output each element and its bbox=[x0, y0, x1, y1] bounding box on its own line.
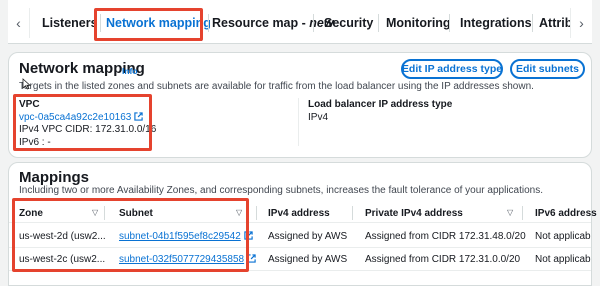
tab-listeners[interactable]: Listeners bbox=[42, 8, 98, 38]
tab-monitoring[interactable]: Monitoring bbox=[386, 8, 451, 38]
lb-ip-type-label: Load balancer IP address type bbox=[308, 99, 453, 110]
sort-icon[interactable]: ▽ bbox=[507, 208, 513, 217]
table-cell-private-ipv4: Assigned from CIDR 172.31.0.0/20 bbox=[365, 254, 521, 265]
column-divider bbox=[298, 98, 299, 146]
table-cell-ipv6: Not applicable bbox=[535, 254, 591, 265]
network-mapping-description: Targets in the listed zones and subnets … bbox=[19, 81, 534, 92]
tab-divider bbox=[378, 14, 379, 32]
mouse-cursor-icon bbox=[22, 78, 32, 90]
table-cell-private-ipv4: Assigned from CIDR 172.31.48.0/20 bbox=[365, 231, 526, 242]
column-resizer[interactable] bbox=[522, 206, 523, 220]
tab-divider bbox=[313, 14, 314, 32]
table-cell-ipv4: Assigned by AWS bbox=[268, 254, 348, 265]
column-header-ipv6[interactable]: IPv6 address bbox=[535, 208, 597, 219]
annotation-highlight-tab bbox=[94, 8, 203, 41]
info-link[interactable]: Info bbox=[122, 66, 138, 76]
tab-integrations[interactable]: Integrations bbox=[460, 8, 532, 38]
tab-resource-map-label: Resource map - bbox=[212, 16, 306, 30]
table-cell-ipv4: Assigned by AWS bbox=[268, 231, 348, 242]
column-resizer[interactable] bbox=[352, 206, 353, 220]
chevron-left-icon: ‹ bbox=[16, 15, 21, 31]
column-resizer[interactable] bbox=[256, 206, 257, 220]
annotation-highlight-vpc bbox=[13, 94, 152, 151]
chevron-right-icon: › bbox=[579, 15, 584, 31]
column-header-private-ipv4[interactable]: Private IPv4 address bbox=[365, 208, 463, 219]
table-cell-ipv6: Not applicable bbox=[535, 231, 591, 242]
column-header-ipv4[interactable]: IPv4 address bbox=[268, 208, 330, 219]
tab-security[interactable]: Security bbox=[324, 8, 373, 38]
tab-divider bbox=[449, 14, 450, 32]
tab-divider bbox=[208, 14, 209, 32]
edit-subnets-button[interactable]: Edit subnets bbox=[510, 59, 585, 79]
lb-ip-type-value: IPv4 bbox=[308, 112, 329, 123]
scroll-left-button[interactable]: ‹ bbox=[8, 8, 30, 38]
mappings-description: Including two or more Availability Zones… bbox=[19, 185, 544, 196]
edit-ip-address-type-button[interactable]: Edit IP address type bbox=[401, 59, 503, 79]
tab-resource-map[interactable]: Resource map - new bbox=[212, 8, 334, 38]
annotation-highlight-zone-subnet bbox=[12, 198, 249, 272]
scroll-right-button[interactable]: › bbox=[570, 8, 592, 38]
mappings-title: Mappings bbox=[19, 169, 89, 186]
tab-divider bbox=[532, 14, 533, 32]
